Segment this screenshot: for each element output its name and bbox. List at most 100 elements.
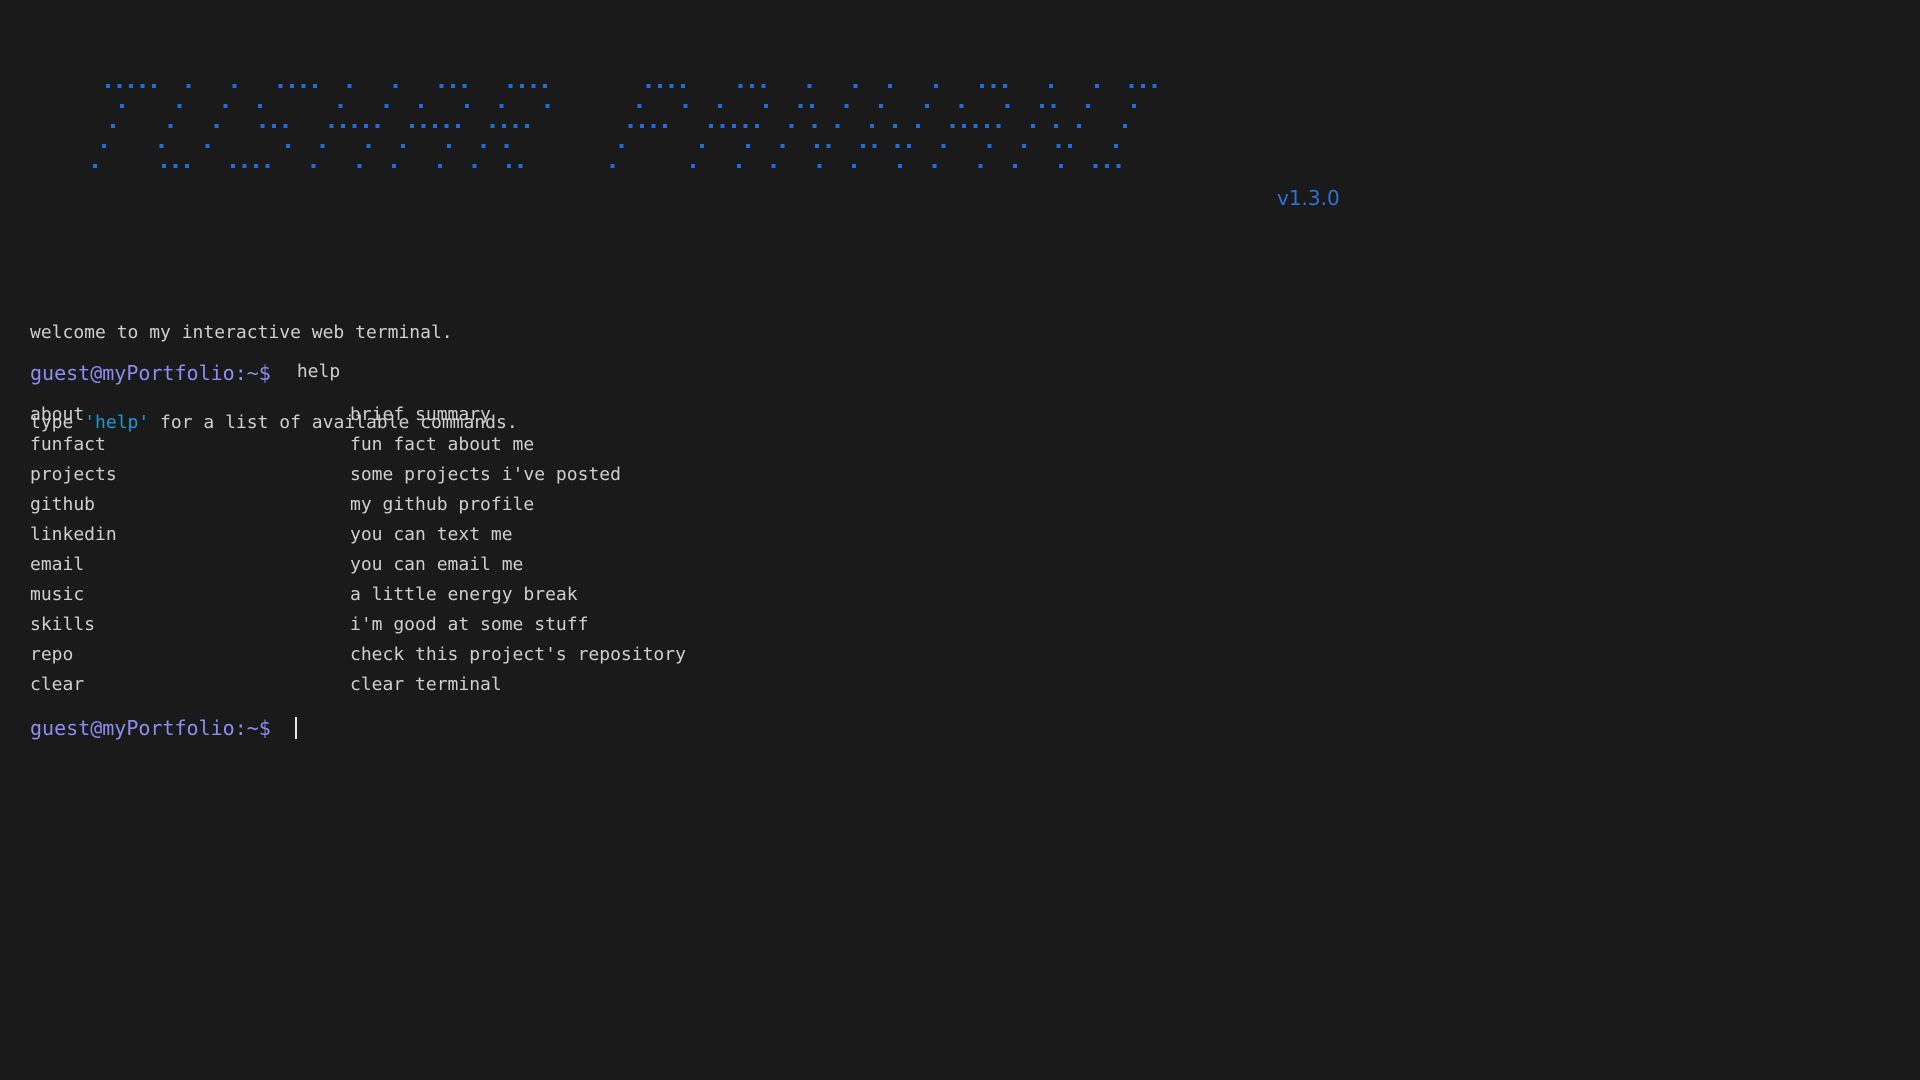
banner-dot: [357, 164, 362, 168]
banner-dot: [260, 124, 265, 128]
banner-dot: [384, 104, 389, 108]
banner-dot: [242, 164, 247, 168]
banner-dot: [421, 124, 426, 128]
banner-dot: [1086, 104, 1090, 108]
banner-dot: [205, 144, 210, 148]
banner-dot: [341, 124, 345, 128]
banner-dot: [732, 124, 736, 128]
banner-dot: [1022, 144, 1026, 148]
banner-dot: [329, 124, 334, 128]
help-row-linkedin: linkedin you can text me: [30, 520, 686, 550]
banner-dot: [254, 164, 258, 168]
help-row-projects: projects some projects i've posted: [30, 460, 686, 490]
banner-dot: [610, 164, 615, 168]
version-label: v1.3.0: [1277, 186, 1340, 210]
banner-dot: [531, 84, 536, 88]
banner-dot: [419, 104, 423, 108]
banner-dot: [1077, 124, 1081, 128]
banner-dot: [691, 164, 695, 168]
banner-dot: [375, 124, 380, 128]
help-command-name: projects: [30, 464, 117, 485]
help-command-name: linkedin: [30, 524, 117, 545]
help-row-repo: repo check this project's repository: [30, 640, 686, 670]
banner-dot: [502, 124, 506, 128]
banner-dot: [117, 84, 122, 88]
banner-dot: [962, 124, 966, 128]
help-command-name: repo: [30, 644, 74, 665]
banner-dot: [1141, 84, 1145, 88]
banner-dot: [720, 124, 725, 128]
banner-dot: [290, 84, 294, 88]
banner-dot: [438, 164, 442, 168]
banner-dot: [232, 84, 237, 88]
help-row-email: email you can email me: [30, 550, 686, 580]
banner-dot: [755, 124, 759, 128]
banner-dot: [893, 124, 897, 128]
banner-dot: [681, 84, 685, 88]
banner-dot: [934, 84, 938, 88]
banner-dot: [543, 84, 547, 88]
banner-dot: [286, 144, 290, 148]
banner-dot: [177, 104, 182, 108]
banner-dot: [159, 144, 164, 148]
help-row-skills: skills i'm good at some stuff: [30, 610, 686, 640]
prompt-label-active: guest@myPortfolio:~$: [30, 716, 271, 740]
help-command-description: a little energy break: [350, 584, 578, 605]
banner-dot: [301, 84, 306, 88]
banner-dot: [925, 104, 929, 108]
banner-dot: [338, 104, 343, 108]
banner-dot: [907, 144, 911, 148]
banner-dot: [835, 124, 840, 128]
banner-dot: [508, 84, 513, 88]
banner-dot: [996, 124, 1001, 128]
banner-dot: [364, 124, 368, 128]
banner-dot: [718, 104, 722, 108]
banner-dot: [658, 84, 662, 88]
help-command-description: my github profile: [350, 494, 535, 515]
help-command-name: funfact: [30, 434, 106, 455]
banner-dot: [401, 144, 405, 148]
banner-dot: [311, 164, 316, 168]
help-row-github: github my github profile: [30, 490, 686, 520]
banner-dot: [646, 84, 651, 88]
banner-dot: [780, 144, 785, 148]
help-command-name: music: [30, 584, 85, 605]
help-output-table: about brief summary funfact fun fact about …: [30, 400, 686, 700]
history-command-line: guest@myPortfolio:~$ help: [30, 358, 340, 388]
banner-dot: [817, 164, 822, 168]
banner-dot: [1132, 104, 1136, 108]
banner-dot: [433, 124, 437, 128]
ascii-banner-dots: [93, 84, 1157, 168]
banner-dot: [959, 104, 964, 108]
banner-dot: [444, 124, 449, 128]
banner-dot: [1093, 164, 1098, 168]
command-input-cursor[interactable]: [294, 717, 297, 739]
banner-dot: [798, 104, 803, 108]
banner-dot: [619, 144, 624, 148]
help-command-description: check this project's repository: [350, 644, 686, 665]
banner-dot: [1013, 164, 1017, 168]
banner-dot: [320, 144, 325, 148]
banner-dot: [525, 124, 529, 128]
banner-dot: [111, 124, 115, 128]
banner-dot: [761, 84, 766, 88]
help-command-description: i'm good at some stuff: [350, 614, 589, 635]
banner-dot: [683, 104, 688, 108]
banner-dot: [888, 84, 892, 88]
banner-dot: [815, 144, 819, 148]
prompt-label: guest@myPortfolio:~$: [30, 361, 271, 385]
help-command-name: clear: [30, 674, 85, 695]
banner-dot: [1054, 124, 1058, 128]
active-command-line[interactable]: guest@myPortfolio:~$: [30, 713, 297, 743]
banner-dot: [258, 104, 262, 108]
banner-dot: [852, 164, 856, 168]
banner-dot: [1105, 164, 1109, 168]
banner-dot: [987, 144, 992, 148]
banner-dot: [518, 164, 523, 168]
banner-dot: [93, 164, 97, 168]
banner-dot: [771, 164, 776, 168]
banner-dot: [978, 164, 983, 168]
banner-dot: [278, 84, 283, 88]
banner-dot: [1152, 84, 1157, 88]
banner-dot: [504, 144, 509, 148]
